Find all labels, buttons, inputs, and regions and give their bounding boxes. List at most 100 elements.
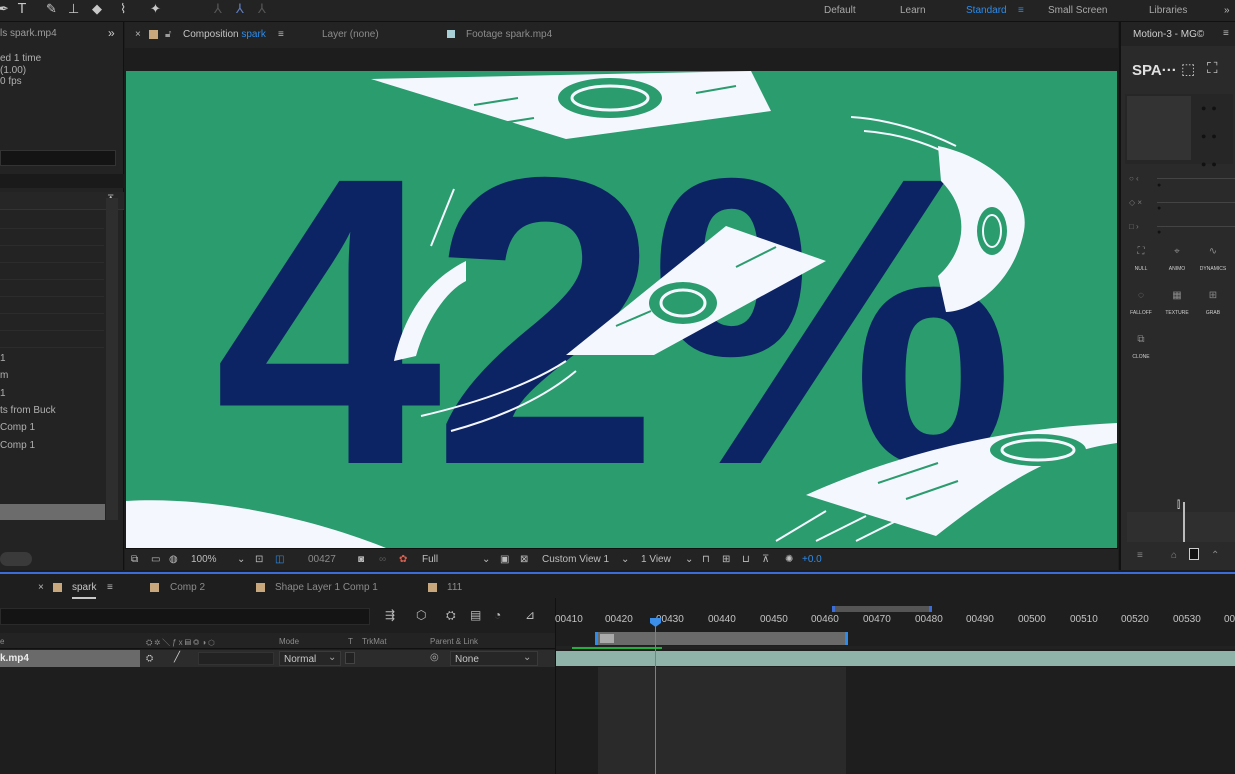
panel-menu-icon[interactable]: » <box>108 26 115 40</box>
toggle-icon[interactable] <box>1189 548 1199 560</box>
draft-3d-icon[interactable]: ⬡ <box>416 608 426 622</box>
expand-workspaces-icon[interactable]: » <box>1224 5 1230 16</box>
chevron-down-icon[interactable]: ⌄ <box>621 554 629 565</box>
anchor-icon[interactable]: ⌖ <box>1160 246 1194 257</box>
falloff-icon[interactable]: ◌ <box>1124 290 1158 301</box>
anchor-small-icon[interactable]: ⌂ <box>1171 550 1177 561</box>
chevron-up-icon[interactable]: ⌃ <box>1211 550 1219 561</box>
project-horizontal-scrollbar[interactable] <box>0 552 32 566</box>
composition-menu-icon[interactable]: ≡ <box>278 29 284 40</box>
workspace-small-screen[interactable]: Small Screen <box>1048 5 1107 16</box>
falloff-button[interactable]: FALLOFF <box>1124 310 1158 316</box>
workspace-standard[interactable]: Standard <box>966 5 1007 16</box>
preserve-transparency-checkbox[interactable] <box>345 652 355 664</box>
parent-dropdown[interactable]: None ⌄ <box>450 651 538 666</box>
view-select[interactable]: Custom View 1 <box>542 554 609 565</box>
chevron-down-icon[interactable]: ⌄ <box>237 554 245 565</box>
grab-icon[interactable]: ⊞ <box>1196 290 1230 301</box>
pen-tool-icon[interactable]: ✒ <box>0 2 9 17</box>
snapshot-icon[interactable]: ◙ <box>358 554 364 565</box>
fast-preview-icon[interactable]: ⊞ <box>722 554 730 565</box>
shy-switch-icon[interactable]: ⛭ <box>146 653 153 664</box>
type-tool-icon[interactable]: T <box>18 2 26 17</box>
timeline-tab-comp2[interactable]: Comp 2 <box>170 582 205 593</box>
fit-icon[interactable]: ⊡ <box>255 554 263 565</box>
monitor-icon[interactable]: ▭ <box>151 554 160 565</box>
pick-whip-icon[interactable]: ◎ <box>430 652 439 663</box>
dynamics-icon[interactable]: ∿ <box>1196 246 1230 257</box>
frame-blending-icon[interactable]: ▤ <box>470 608 481 622</box>
close-tab-icon[interactable]: × <box>135 29 141 40</box>
playhead-icon[interactable] <box>650 618 661 627</box>
puppet-pin-icon[interactable]: ✦ <box>150 2 161 17</box>
toggle-safe-icon[interactable]: ◫ <box>275 554 284 565</box>
diamond-icon[interactable]: ◇ × <box>1129 198 1142 207</box>
tab-layer[interactable]: Layer (none) <box>322 29 379 40</box>
current-time-indicator[interactable] <box>655 618 656 774</box>
project-item[interactable]: 1 <box>0 353 6 364</box>
texture-button[interactable]: TEXTURE <box>1160 310 1194 316</box>
slider-track[interactable] <box>1127 512 1235 542</box>
circle-icon[interactable]: ○ ‹ <box>1129 174 1139 183</box>
select-icon[interactable]: ⬚ <box>1181 60 1195 78</box>
expand-icon[interactable]: ⛶ <box>1207 60 1218 77</box>
reset-exposure-icon[interactable]: ✺ <box>785 554 793 565</box>
project-item[interactable]: 1 <box>0 388 6 399</box>
region-of-interest-icon[interactable]: ▣ <box>500 554 509 565</box>
menu-lines-icon[interactable]: ≡ <box>1137 550 1143 561</box>
keyframe-dot-icon[interactable]: ● <box>1157 229 1161 236</box>
panel-menu-icon[interactable]: ≡ <box>1223 28 1229 39</box>
graph-editor-icon[interactable]: ⊿ <box>525 608 535 622</box>
close-tab-icon[interactable]: × <box>38 582 44 593</box>
roto-brush-icon[interactable]: ⌇ <box>120 2 126 17</box>
timeline-tab-spark[interactable]: spark <box>72 582 97 599</box>
shy-layers-icon[interactable]: ⛭ <box>446 608 456 623</box>
mode-dropdown[interactable]: Normal ⌄ <box>279 651 341 666</box>
show-snapshot-icon[interactable]: ∞ <box>379 554 386 565</box>
current-time-display[interactable]: 00427 <box>308 554 336 565</box>
timeline-icon[interactable]: ⊔ <box>742 554 750 565</box>
texture-icon[interactable]: ▦ <box>1160 290 1194 301</box>
comp-mini-flowchart-icon[interactable]: ⇶ <box>385 608 395 622</box>
timeline-tab-111[interactable]: 111 <box>447 582 462 593</box>
chevron-down-icon[interactable]: ⌄ <box>685 554 693 565</box>
layer-name[interactable]: k.mp4 <box>0 653 29 664</box>
timeline-menu-icon[interactable]: ≡ <box>107 582 113 593</box>
clone-icon[interactable]: ⧉ <box>1124 334 1158 345</box>
project-item[interactable]: Comp 1 <box>0 440 35 451</box>
workspace-default[interactable]: Default <box>824 5 856 16</box>
project-item[interactable]: ts from Buck <box>0 405 56 416</box>
timeline-search-input[interactable] <box>0 608 370 625</box>
switch-boxes[interactable] <box>198 652 274 665</box>
clone-stamp-icon[interactable]: ⊥ <box>68 2 79 17</box>
view-layout-select[interactable]: 1 View <box>641 554 671 565</box>
layer-name-cell[interactable]: k.mp4 <box>0 650 140 667</box>
project-search-input[interactable] <box>0 150 116 166</box>
null-button[interactable]: NULL <box>1124 266 1158 272</box>
channel-icon[interactable]: ✿ <box>399 554 407 565</box>
work-area-bar[interactable] <box>595 632 848 645</box>
project-item[interactable]: m <box>0 370 8 381</box>
workspace-learn[interactable]: Learn <box>900 5 926 16</box>
project-item-selected[interactable] <box>0 504 105 520</box>
quality-switch-icon[interactable]: ╱ <box>174 652 180 663</box>
dynamics-button[interactable]: DYNAMICS <box>1196 266 1230 272</box>
keyframe-dot-icon[interactable]: ● <box>1157 205 1161 212</box>
workspace-menu-icon[interactable]: ≡ <box>1018 5 1024 16</box>
grab-button[interactable]: GRAB <box>1196 310 1230 316</box>
tab-composition[interactable]: Composition spark <box>183 29 266 40</box>
transparency-grid-icon[interactable]: ⊠ <box>520 554 528 565</box>
workspace-libraries[interactable]: Libraries <box>1149 5 1187 16</box>
lock-icon[interactable]: 🔓︎ <box>165 29 171 40</box>
layer-duration-bar[interactable] <box>556 651 1235 666</box>
project-scrollbar[interactable] <box>106 198 118 520</box>
slider-handle-icon[interactable]: ⫿ <box>1177 500 1180 511</box>
timeline-tab-shape-layer[interactable]: Shape Layer 1 Comp 1 <box>275 582 378 593</box>
always-preview-icon[interactable]: ⧉ <box>131 554 138 565</box>
clone-button[interactable]: CLONE <box>1124 354 1158 360</box>
exposure-value[interactable]: +0.0 <box>802 554 822 565</box>
flowchart-icon[interactable]: ⊼ <box>762 554 769 565</box>
null-icon[interactable]: ⛶ <box>1124 246 1158 257</box>
marker-icon[interactable] <box>600 634 614 643</box>
chevron-down-icon[interactable]: ⌄ <box>482 554 490 565</box>
